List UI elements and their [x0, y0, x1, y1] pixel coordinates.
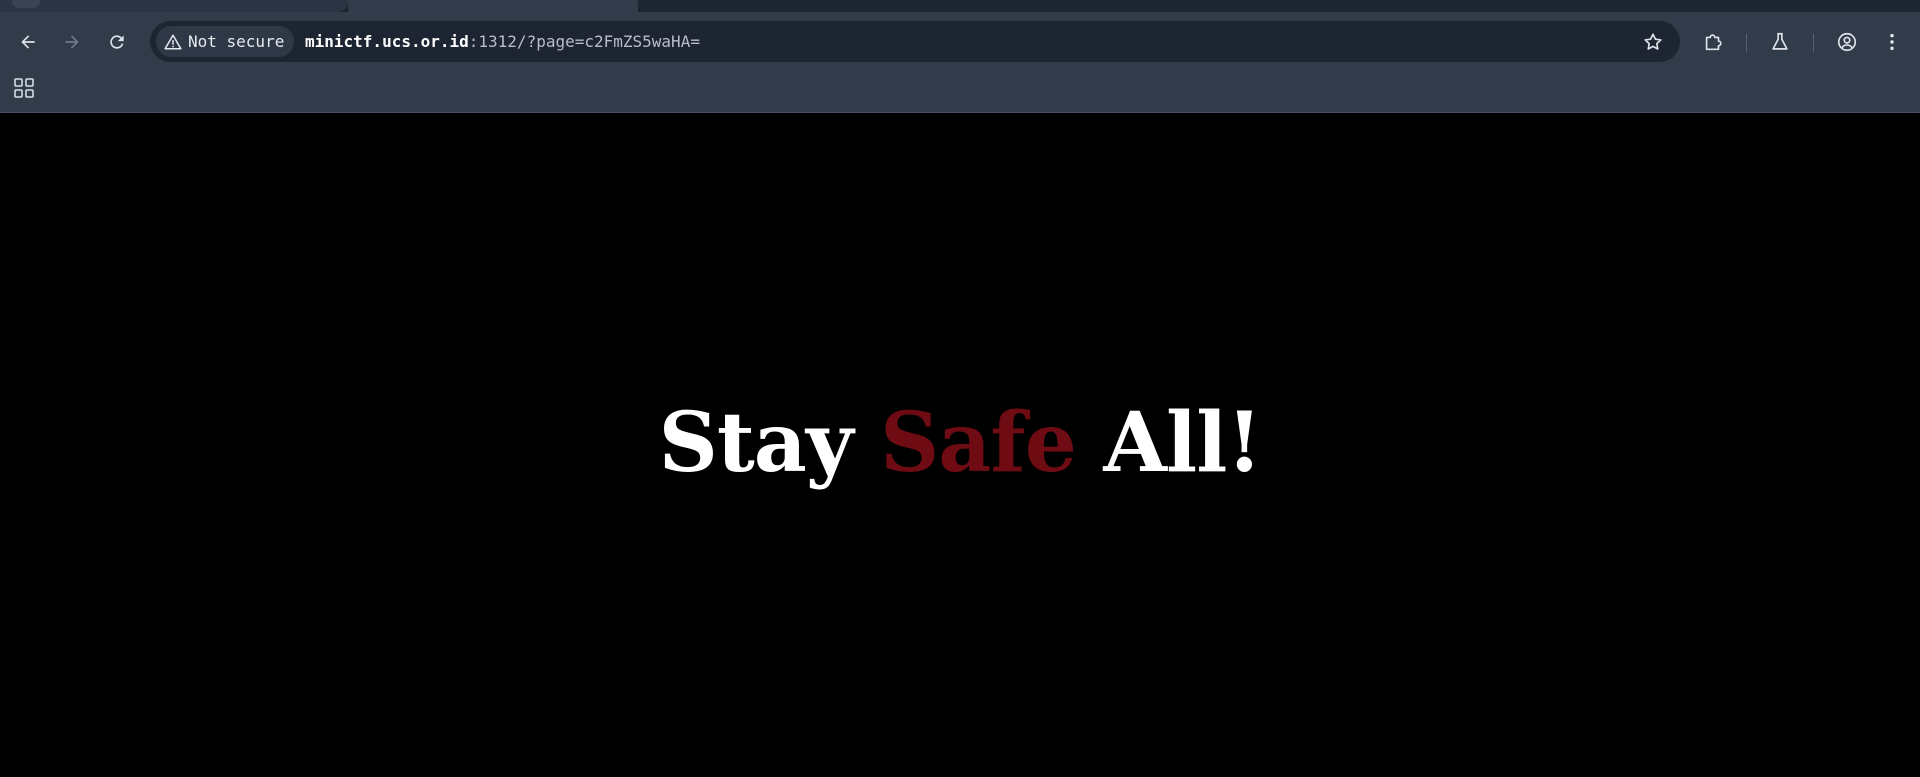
url-path: :1312/?page=c2FmZS5waHA= — [468, 32, 700, 51]
security-indicator[interactable]: Not secure — [156, 26, 295, 57]
kebab-menu-icon — [1890, 33, 1894, 51]
reload-button[interactable] — [103, 28, 131, 56]
url-text[interactable]: minictf.ucs.or.id:1312/?page=c2FmZS5waHA… — [305, 21, 700, 62]
account-circle-icon — [1837, 32, 1857, 52]
arrow-left-icon — [21, 35, 35, 49]
toolbar-divider — [1746, 34, 1747, 52]
extensions-button[interactable] — [1699, 28, 1727, 56]
tab-favicon-icon — [12, 0, 40, 8]
tab-strip-empty — [638, 0, 1920, 12]
menu-button[interactable] — [1878, 28, 1906, 56]
headline-part-all: All! — [1075, 395, 1262, 491]
headline-part-stay: Stay — [658, 395, 881, 491]
page-headline: Stay Safe All! — [0, 393, 1920, 493]
labs-button[interactable] — [1766, 28, 1794, 56]
back-button[interactable] — [14, 28, 42, 56]
bookmarks-bar — [0, 72, 1920, 113]
profile-button[interactable] — [1833, 28, 1861, 56]
forward-button[interactable] — [58, 28, 86, 56]
tab-active[interactable] — [348, 0, 638, 12]
apps-grid-icon[interactable] — [12, 76, 36, 100]
tab-inactive[interactable] — [0, 0, 348, 12]
tab-strip — [0, 0, 1920, 12]
security-label: Not secure — [188, 32, 285, 51]
headline-part-safe: Safe — [880, 395, 1077, 491]
browser-toolbar: Not secure minictf.ucs.or.id:1312/?page=… — [0, 12, 1920, 72]
address-bar[interactable]: Not secure minictf.ucs.or.id:1312/?page=… — [150, 21, 1680, 62]
reload-icon — [110, 35, 124, 49]
url-host: minictf.ucs.or.id — [305, 32, 469, 51]
warning-triangle-icon — [164, 34, 182, 49]
toolbar-divider — [1813, 34, 1814, 52]
star-icon[interactable] — [1642, 31, 1664, 53]
arrow-right-icon — [65, 35, 79, 49]
flask-icon — [1772, 32, 1788, 50]
puzzle-icon — [1705, 34, 1722, 51]
